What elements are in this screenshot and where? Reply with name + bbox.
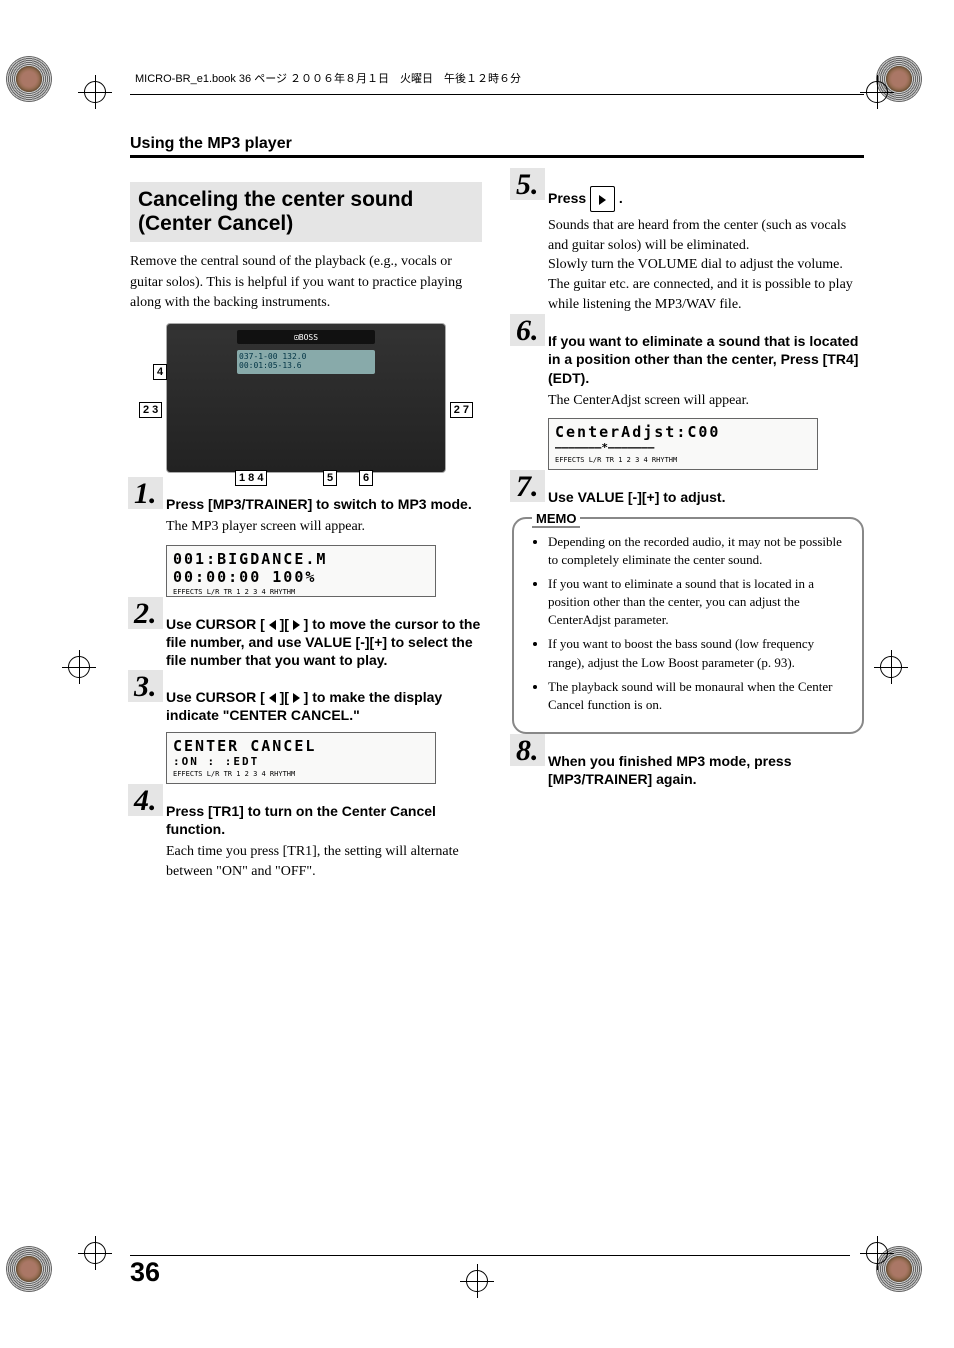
step-num-5: 5.	[510, 168, 545, 200]
ornament-bottom-left	[6, 1246, 52, 1292]
top-rule	[130, 94, 864, 95]
device-diagram: ⊡BOSS 037-1-00 132.000:01:05-13.6 4 2 3 …	[166, 323, 446, 473]
memo-label: MEMO	[532, 511, 580, 528]
step-1-head: Press [MP3/TRAINER] to switch to MP3 mod…	[166, 495, 482, 513]
section-title: Using the MP3 player	[130, 135, 864, 153]
step-8: 8. When you finished MP3 mode, press [MP…	[512, 748, 864, 788]
step-2: 2. Use CURSOR [ ][ ] to move the cursor …	[130, 611, 482, 670]
cursor-left-icon	[269, 620, 276, 630]
step-2-head: Use CURSOR [ ][ ] to move the cursor to …	[166, 615, 482, 670]
cursor-right-icon	[293, 693, 300, 703]
step-num-6: 6.	[510, 314, 545, 346]
step-num-2: 2.	[128, 597, 163, 629]
step-num-3: 3.	[128, 670, 163, 702]
step-5-body2: Slowly turn the VOLUME dial to adjust th…	[548, 255, 864, 275]
step-3: 3. Use CURSOR [ ][ ] to make the display…	[130, 684, 482, 724]
cursor-right-icon	[293, 620, 300, 630]
step-3-head: Use CURSOR [ ][ ] to make the display in…	[166, 688, 482, 724]
step-5-body1: Sounds that are heard from the center (s…	[548, 216, 864, 255]
feature-title: Canceling the center sound (Center Cance…	[130, 182, 482, 242]
feature-intro: Remove the central sound of the playback…	[130, 252, 482, 313]
memo-item-3: If you want to boost the bass sound (low…	[548, 635, 846, 671]
lcd-step1: 001:BIGDANCE.M 00:00:00 100% EFFECTS L/R…	[166, 545, 436, 597]
lcd-step6: CenterAdjst:C00 ———————*——————— EFFECTS …	[548, 418, 818, 470]
page-number: 36	[130, 1257, 160, 1288]
step-4-body: Each time you press [TR1], the setting w…	[166, 842, 482, 881]
book-meta: MICRO-BR_e1.book 36 ページ ２００６年８月１日 火曜日 午後…	[130, 70, 864, 86]
step-6: 6. If you want to eliminate a sound that…	[512, 328, 864, 410]
step-5-body3: The guitar etc. are connected, and it is…	[548, 275, 864, 314]
step-4-head: Press [TR1] to turn on the Center Cancel…	[166, 802, 482, 838]
crop-mark-bc	[460, 1264, 494, 1298]
step-5: 5. Press . Sounds that are heard from th…	[512, 182, 864, 314]
play-button-icon	[590, 186, 615, 212]
step-8-head: When you finished MP3 mode, press [MP3/T…	[548, 752, 864, 788]
step-num-1: 1.	[128, 477, 163, 509]
step-4: 4. Press [TR1] to turn on the Center Can…	[130, 798, 482, 882]
section-rule	[130, 155, 864, 158]
crop-mark-bl	[78, 1236, 112, 1270]
step-7-head: Use VALUE [-][+] to adjust.	[548, 488, 864, 506]
step-5-head: Press .	[548, 186, 864, 212]
memo-item-4: The playback sound will be monaural when…	[548, 678, 846, 714]
step-num-8: 8.	[510, 734, 545, 766]
memo-item-2: If you want to eliminate a sound that is…	[548, 575, 846, 630]
step-1-body: The MP3 player screen will appear.	[166, 517, 482, 537]
footer-rule	[130, 1255, 850, 1256]
step-num-7: 7.	[510, 470, 545, 502]
memo-box: MEMO Depending on the recorded audio, it…	[512, 517, 864, 735]
memo-item-1: Depending on the recorded audio, it may …	[548, 533, 846, 569]
lcd-step3: CENTER CANCEL :ON : :EDT EFFECTS L/R TR …	[166, 732, 436, 784]
crop-mark-br	[860, 1236, 894, 1270]
step-7: 7. Use VALUE [-][+] to adjust.	[512, 484, 864, 506]
step-1: 1. Press [MP3/TRAINER] to switch to MP3 …	[130, 491, 482, 537]
step-6-head: If you want to eliminate a sound that is…	[548, 332, 864, 387]
cursor-left-icon	[269, 693, 276, 703]
step-6-body: The CenterAdjst screen will appear.	[548, 391, 864, 411]
step-num-4: 4.	[128, 784, 163, 816]
